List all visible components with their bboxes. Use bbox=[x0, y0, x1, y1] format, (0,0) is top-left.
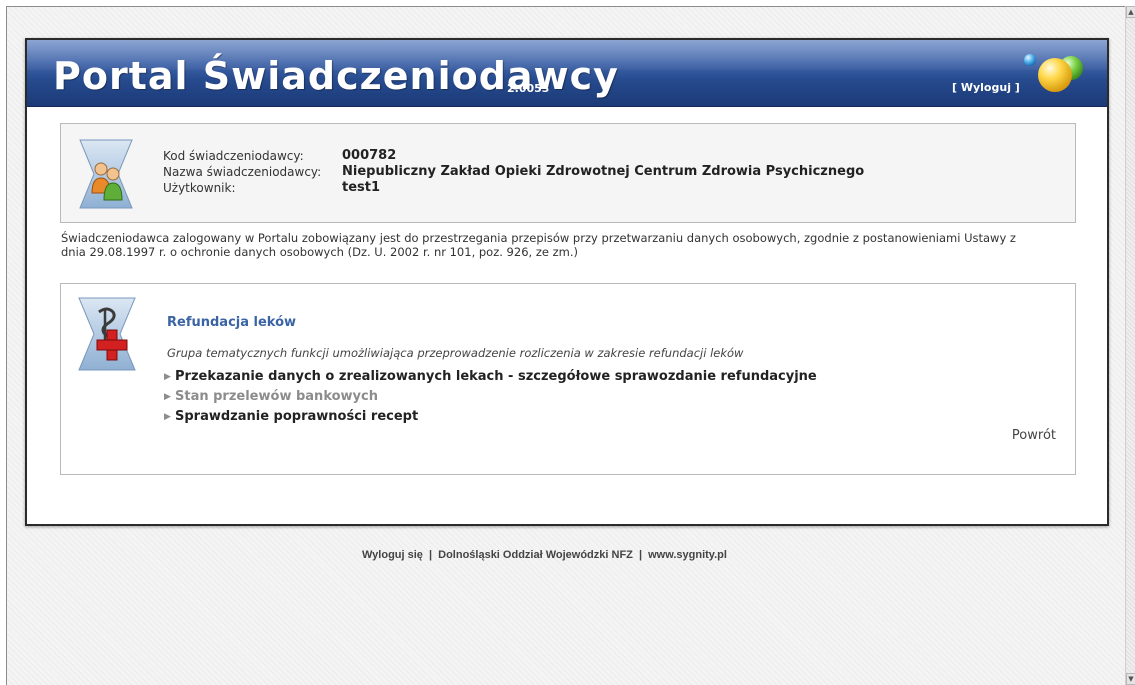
pharmacy-cross-icon bbox=[78, 297, 136, 371]
footer-separator: | bbox=[428, 549, 433, 561]
notice-line-2: dnia 29.08.1997 r. o ochronie danych oso… bbox=[61, 245, 578, 259]
provider-user-label: Użytkownik: bbox=[163, 181, 236, 195]
notice-line-1: Świadczeniodawca zalogowany w Portalu zo… bbox=[61, 231, 1016, 245]
data-protection-notice: Świadczeniodawca zalogowany w Portalu zo… bbox=[61, 231, 1071, 259]
provider-name-value: Niepubliczny Zakład Opieki Zdrowotnej Ce… bbox=[342, 164, 865, 179]
vertical-scrollbar[interactable]: ▲ ▼ bbox=[1125, 6, 1135, 685]
page-footer: Wyloguj się | Dolnośląski Oddział Wojewó… bbox=[362, 549, 727, 561]
colored-balls-logo-icon bbox=[1024, 54, 1083, 92]
people-icon bbox=[79, 139, 133, 209]
link-drug-data-report-label: Przekazanie danych o zrealizowanych leka… bbox=[175, 369, 817, 384]
portal-panel: Portal Świadczeniodawcy 2.0053 [ Wyloguj… bbox=[25, 38, 1109, 526]
refund-module-links: ▶ Przekazanie danych o zrealizowanych lek… bbox=[164, 367, 817, 427]
triangle-right-icon: ▶ bbox=[164, 392, 171, 402]
footer-branch-link[interactable]: Dolnośląski Oddział Wojewódzki NFZ bbox=[438, 549, 633, 561]
triangle-right-icon: ▶ bbox=[164, 412, 171, 422]
scroll-up-arrow-icon[interactable]: ▲ bbox=[1126, 6, 1135, 18]
refund-module-box: Refundacja leków Grupa tematycznych funk… bbox=[60, 283, 1076, 475]
provider-code-label: Kod świadczeniodawcy: bbox=[163, 149, 304, 163]
triangle-right-icon: ▶ bbox=[164, 372, 171, 382]
link-drug-data-report[interactable]: ▶ Przekazanie danych o zrealizowanych lek… bbox=[164, 367, 817, 387]
refund-module-description: Grupa tematycznych funkcji umożliwiająca… bbox=[167, 346, 744, 360]
link-prescription-validation[interactable]: ▶ Sprawdzanie poprawności recept bbox=[164, 407, 817, 427]
provider-info-box: Kod świadczeniodawcy: Nazwa świadczeniod… bbox=[60, 123, 1076, 223]
provider-code-value: 000782 bbox=[342, 148, 397, 163]
scroll-down-arrow-icon[interactable]: ▼ bbox=[1126, 673, 1135, 685]
provider-values: 000782 Niepubliczny Zakład Opieki Zdrowo… bbox=[342, 148, 864, 196]
footer-website-link[interactable]: www.sygnity.pl bbox=[648, 549, 727, 561]
footer-logout-link[interactable]: Wyloguj się bbox=[362, 549, 423, 561]
version-label: 2.0053 bbox=[507, 82, 550, 95]
link-bank-transfer-status-label: Stan przelewów bankowych bbox=[175, 389, 378, 404]
provider-name-label: Nazwa świadczeniodawcy: bbox=[163, 165, 322, 179]
link-prescription-validation-label: Sprawdzanie poprawności recept bbox=[175, 409, 419, 424]
refund-module-title[interactable]: Refundacja leków bbox=[167, 315, 296, 330]
back-link[interactable]: Powrót bbox=[1012, 428, 1056, 443]
provider-user-value: test1 bbox=[342, 180, 381, 195]
footer-separator: | bbox=[638, 549, 643, 561]
provider-labels: Kod świadczeniodawcy: Nazwa świadczeniod… bbox=[163, 148, 321, 196]
link-bank-transfer-status: ▶ Stan przelewów bankowych bbox=[164, 387, 817, 407]
portal-header: Portal Świadczeniodawcy 2.0053 [ Wyloguj… bbox=[27, 40, 1107, 107]
logout-link[interactable]: [ Wyloguj ] bbox=[952, 81, 1020, 94]
